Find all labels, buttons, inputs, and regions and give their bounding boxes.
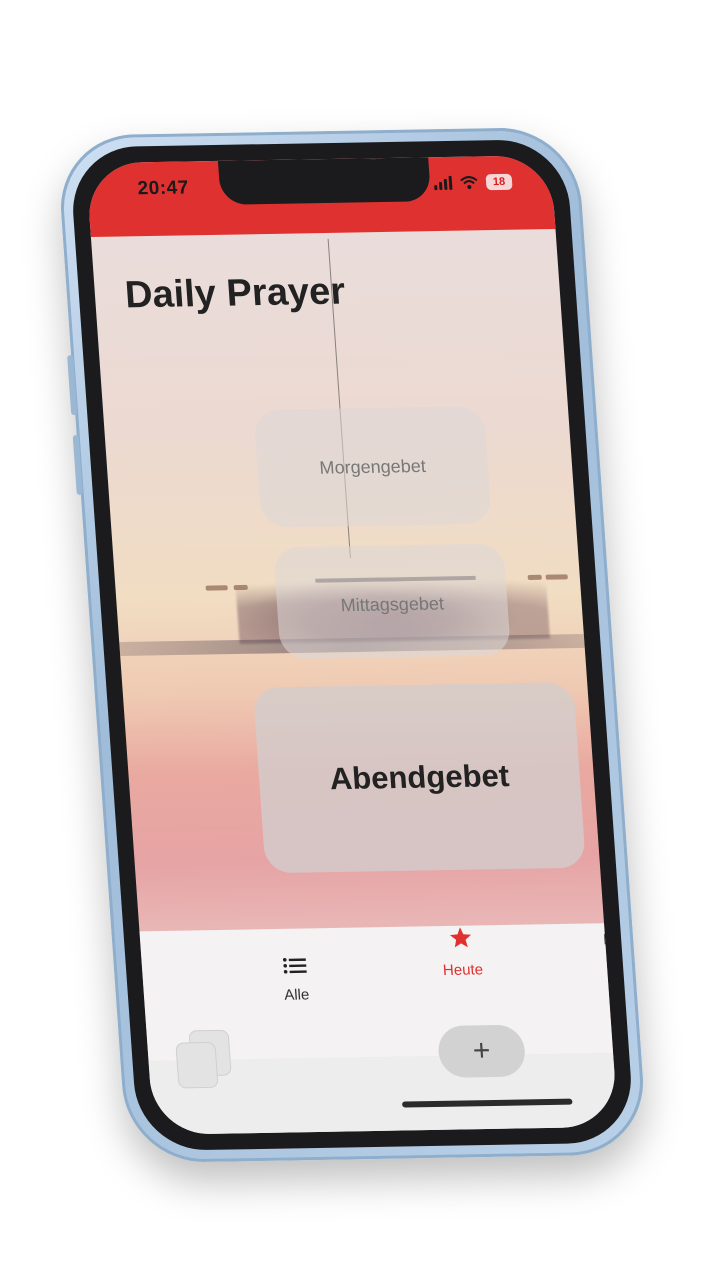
status-time: 20:47 (136, 177, 190, 200)
prayer-card-label: Mittagsgebet (339, 593, 445, 616)
prayer-card-morning[interactable]: Morgengebet (253, 405, 492, 528)
volume-down-button (72, 435, 83, 495)
tab-bibel[interactable]: Bibel (600, 899, 619, 949)
tab-heute[interactable]: Heute (440, 925, 484, 979)
phone-frame: 20:47 18 Daily Prayer Morgengebet Mittag… (55, 126, 649, 1164)
battery-icon: 18 (485, 173, 513, 191)
decor-dash (233, 584, 248, 591)
status-icons: 18 (433, 173, 513, 191)
tab-alle[interactable]: Alle (282, 956, 310, 1004)
decor-dash (527, 574, 542, 581)
volume-up-button (67, 355, 78, 416)
page-title: Daily Prayer (123, 270, 347, 317)
decor-dash (205, 585, 228, 591)
tab-stack-icon (175, 1041, 219, 1089)
tabs-overview-button[interactable] (168, 1029, 242, 1091)
stage: 20:47 18 Daily Prayer Morgengebet Mittag… (0, 0, 720, 1280)
prayer-card-evening[interactable]: Abendgebet (252, 682, 587, 874)
book-icon (604, 899, 619, 923)
camera-icon (365, 155, 381, 161)
prayer-card-midday[interactable]: Mittagsgebet (273, 543, 512, 660)
phone-screen: 20:47 18 Daily Prayer Morgengebet Mittag… (85, 155, 619, 1135)
tab-label: Heute (442, 961, 484, 979)
star-icon (448, 926, 474, 954)
prayer-card-label: Abendgebet (328, 758, 511, 797)
list-icon (282, 956, 308, 978)
add-button[interactable]: + (436, 1024, 527, 1078)
tab-label: Bibel (602, 930, 619, 949)
signal-icon (433, 175, 453, 191)
phone-bezel: 20:47 18 Daily Prayer Morgengebet Mittag… (68, 138, 636, 1152)
status-bar: 20:47 18 (85, 155, 556, 238)
wifi-icon (460, 175, 479, 190)
notch (217, 155, 432, 205)
decor-dash (545, 574, 568, 580)
prayer-card-label: Morgengebet (318, 455, 427, 478)
tab-label: Alle (283, 986, 310, 1004)
